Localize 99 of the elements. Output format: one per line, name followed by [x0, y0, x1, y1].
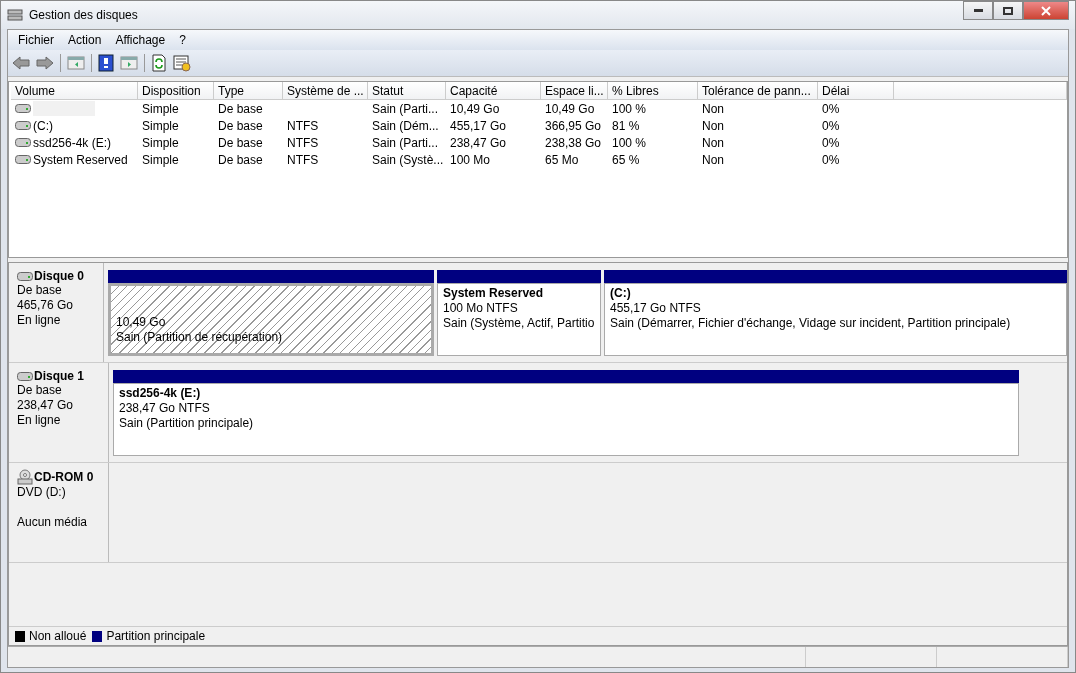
partition-info: Sain (Démarrer, Fichier d'échange, Vidage sur incident, Partition principale) — [610, 316, 1012, 331]
drive-icon — [15, 155, 31, 164]
column-header[interactable]: Type — [214, 82, 283, 100]
partition-info: 238,47 Go NTFS — [119, 401, 211, 416]
disk-drive-icon — [7, 7, 23, 23]
disk-info: 465,76 Go — [17, 298, 75, 313]
table-cell: System Reserved — [33, 152, 128, 167]
partition-info: 10,49 Go — [116, 315, 167, 330]
table-cell: 10,49 Go — [450, 101, 500, 116]
window-title: Gestion des disques — [29, 8, 138, 22]
column-header[interactable]: % Libres — [608, 82, 698, 100]
drive-icon — [15, 104, 31, 113]
disk-drive-icon — [17, 271, 33, 281]
disk-info: De base — [17, 283, 63, 298]
table-cell: ssd256-4k (E:) — [33, 135, 112, 150]
column-header[interactable]: Espace li... — [541, 82, 608, 100]
disk-name: Disque 0 — [34, 269, 84, 283]
partition-name: (C:) — [610, 286, 632, 301]
table-cell: Simple — [142, 118, 179, 133]
column-header[interactable]: Délai — [818, 82, 894, 100]
action-pane-icon[interactable] — [120, 55, 138, 71]
menu-item[interactable]: Fichier — [12, 33, 62, 47]
menu-item[interactable]: Affichage — [109, 33, 174, 47]
column-header[interactable]: Tolérance de pann... — [698, 82, 818, 100]
table-cell: De base — [218, 118, 263, 133]
column-header[interactable]: Statut — [368, 82, 446, 100]
minimize-icon — [973, 9, 983, 12]
disk-info: En ligne — [17, 313, 62, 328]
partition-info: 455,17 Go NTFS — [610, 301, 702, 316]
partition-name: ssd256-4k (E:) — [119, 386, 202, 401]
table-cell: NTFS — [287, 152, 319, 167]
table-cell: NTFS — [287, 118, 319, 133]
properties-icon[interactable] — [173, 54, 191, 72]
partition-info: 100 Mo NTFS — [443, 301, 519, 316]
table-cell: Non — [702, 118, 724, 133]
disk-info: De base — [17, 383, 63, 398]
legend-label: Non alloué — [29, 629, 87, 643]
table-cell: 238,47 Go — [450, 135, 507, 150]
close-icon — [1041, 5, 1051, 16]
column-header[interactable]: Système de ... — [283, 82, 368, 100]
table-cell: De base — [218, 152, 263, 167]
table-cell: Sain (Parti... — [372, 135, 439, 150]
table-cell: NTFS — [287, 135, 319, 150]
table-cell: Non — [702, 135, 724, 150]
partition-info: Sain (Partition de récupération) — [116, 330, 284, 345]
drive-icon — [15, 138, 31, 147]
table-cell: Sain (Parti... — [372, 101, 439, 116]
column-header[interactable]: Capacité — [446, 82, 541, 100]
minimize-button[interactable] — [963, 1, 993, 20]
table-cell: De base — [218, 135, 263, 150]
table-cell: 0% — [822, 118, 840, 133]
partition-info: Sain (Système, Actif, Partitio — [443, 316, 595, 331]
disk-drive-icon — [17, 371, 33, 381]
legend-label: Partition principale — [106, 629, 206, 643]
menu-item[interactable]: Action — [62, 33, 110, 47]
table-cell: (C:) — [33, 118, 53, 133]
table-cell: Simple — [142, 135, 179, 150]
close-button[interactable] — [1023, 1, 1069, 20]
optical-drive-icon — [17, 469, 33, 485]
table-cell: 100 % — [612, 135, 647, 150]
table-cell: Simple — [142, 101, 179, 116]
table-cell: 366,95 Go — [545, 118, 602, 133]
refresh-icon[interactable] — [151, 54, 167, 72]
table-cell: Non — [702, 152, 724, 167]
disk-info: Aucun média — [17, 515, 89, 530]
maximize-button[interactable] — [993, 1, 1023, 20]
table-cell: 238,38 Go — [545, 135, 602, 150]
table-cell: 10,49 Go — [545, 101, 595, 116]
table-cell: 100 Mo — [450, 152, 491, 167]
table-cell: Simple — [142, 152, 179, 167]
blurred-region — [33, 101, 95, 116]
console-tree-icon[interactable] — [67, 55, 85, 71]
table-cell: Sain (Dém... — [372, 118, 439, 133]
partition-name: System Reserved — [443, 286, 545, 301]
table-cell: 0% — [822, 135, 840, 150]
disk-name: CD-ROM 0 — [34, 470, 94, 484]
partition-info: Sain (Partition principale) — [119, 416, 255, 431]
table-cell: Sain (Systè... — [372, 152, 444, 167]
maximize-icon — [1003, 6, 1013, 15]
column-header[interactable]: Volume — [11, 82, 138, 100]
table-cell: 0% — [822, 101, 840, 116]
disk-name: Disque 1 — [34, 369, 84, 383]
drive-icon — [15, 121, 31, 130]
table-cell: Non — [702, 101, 724, 116]
table-cell: De base — [218, 101, 263, 116]
table-cell: 0% — [822, 152, 840, 167]
menu-item[interactable]: ? — [173, 33, 194, 47]
disk-info: En ligne — [17, 413, 62, 428]
table-cell: 81 % — [612, 118, 640, 133]
help-icon[interactable] — [98, 54, 114, 72]
table-cell: 65 Mo — [545, 152, 579, 167]
table-cell: 65 % — [612, 152, 640, 167]
back-arrow-icon[interactable] — [12, 55, 30, 71]
table-cell: 100 % — [612, 101, 647, 116]
disk-info: 238,47 Go — [17, 398, 75, 413]
column-header[interactable]: Disposition — [138, 82, 214, 100]
disk-info: DVD (D:) — [17, 485, 67, 500]
table-cell: 455,17 Go — [450, 118, 507, 133]
forward-arrow-icon[interactable] — [36, 55, 54, 71]
